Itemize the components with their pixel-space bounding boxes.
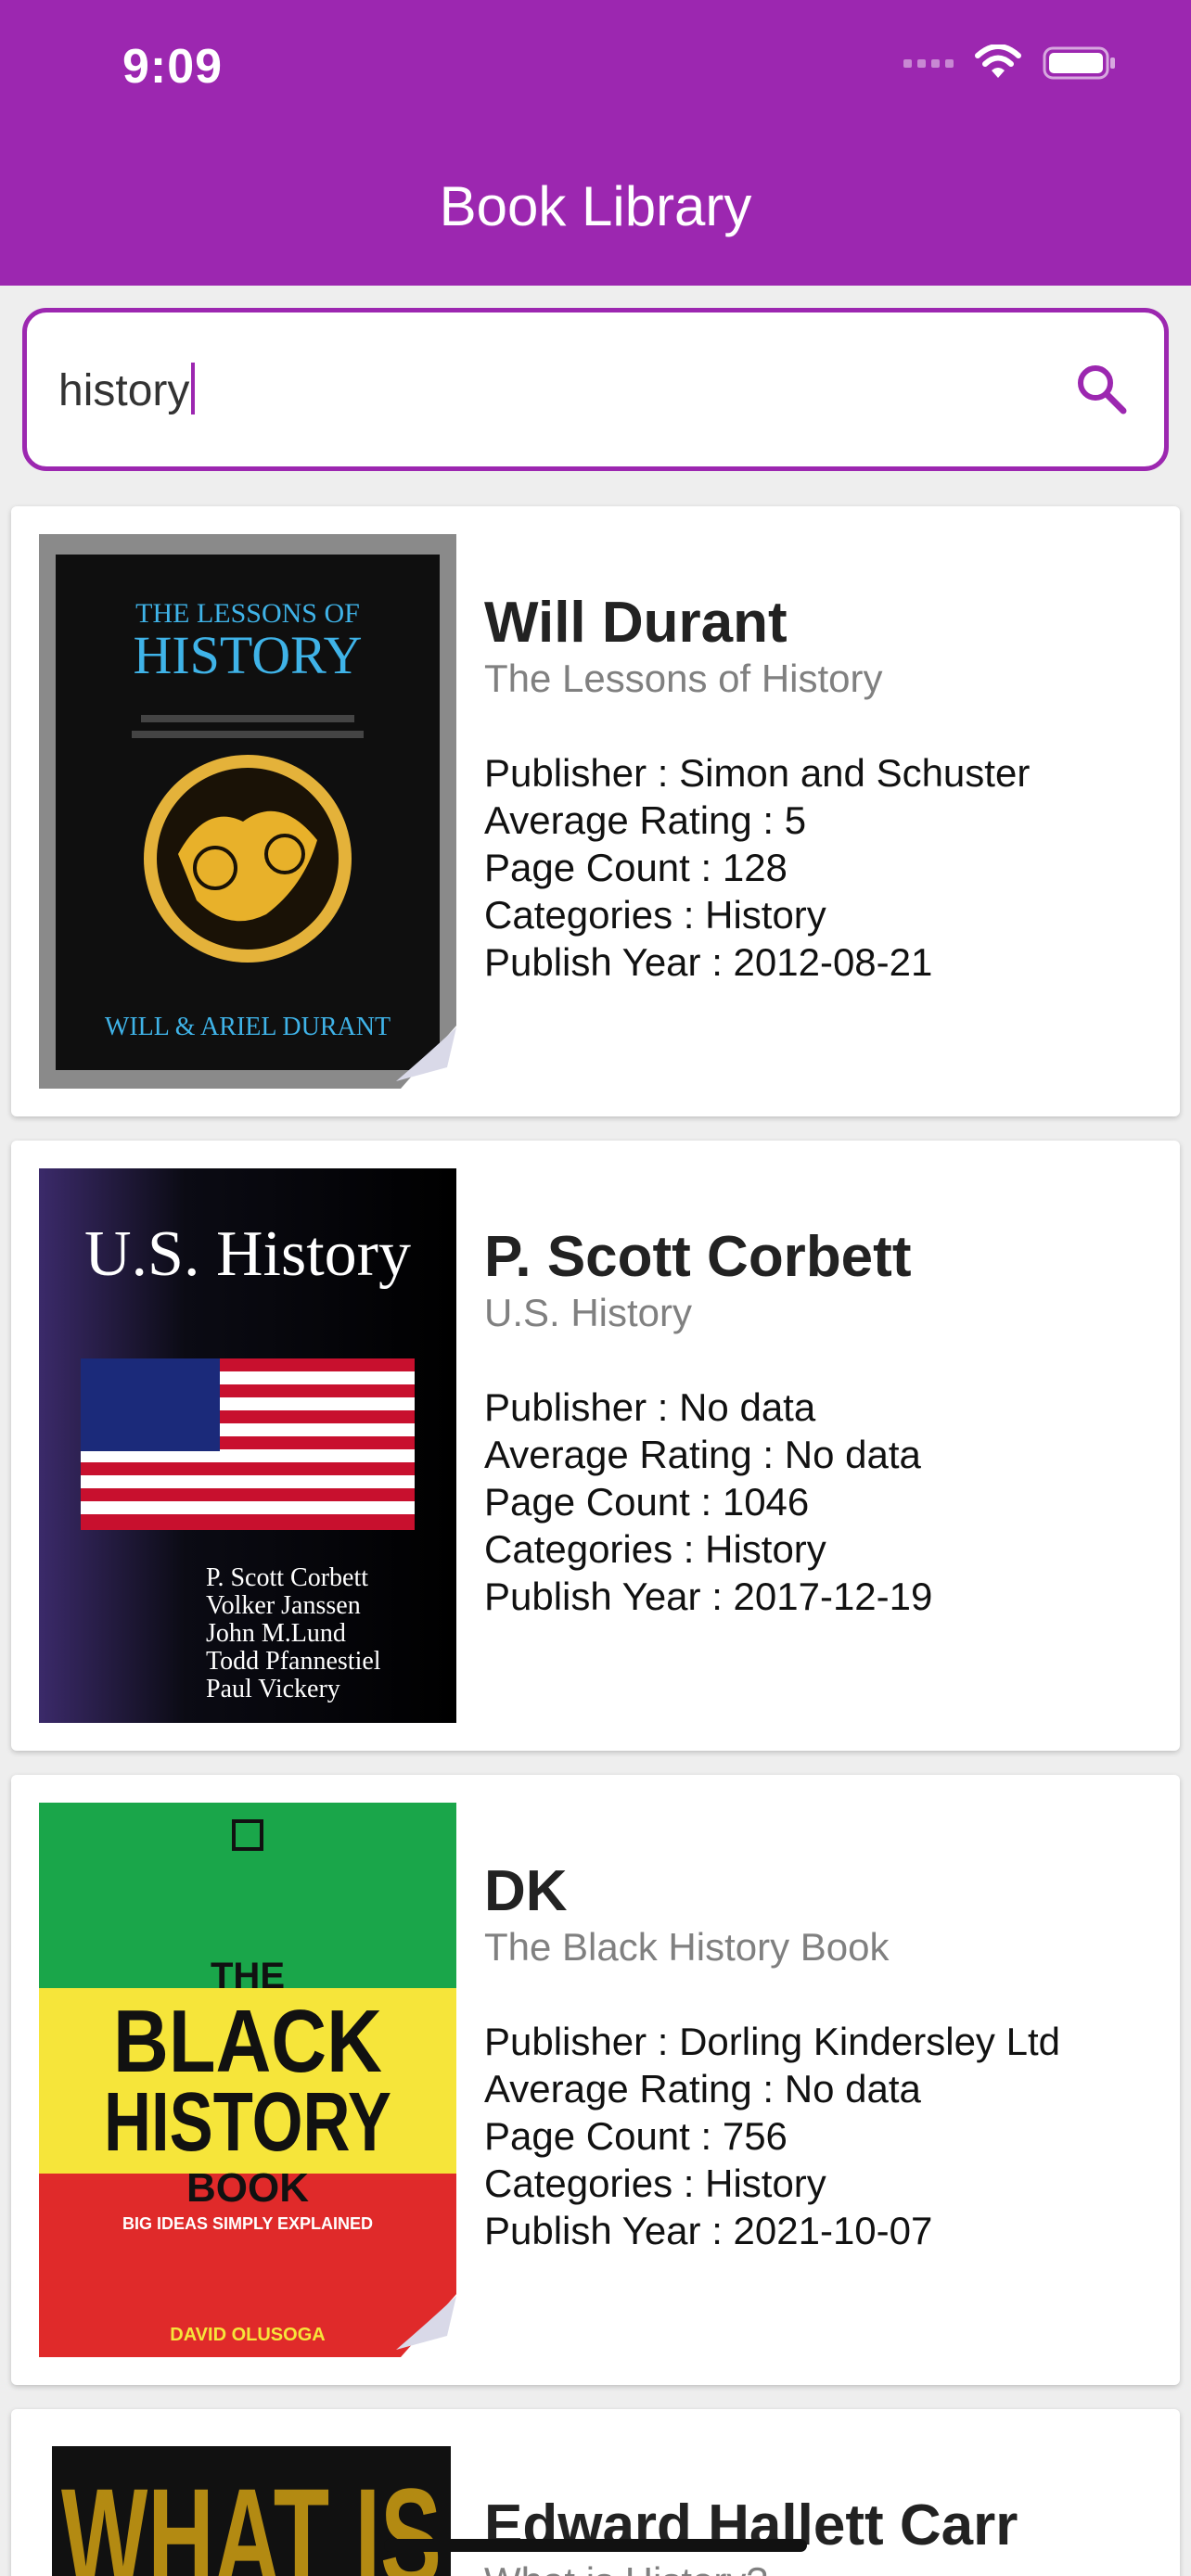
cover-text: WILL & ARIEL DURANT xyxy=(105,1013,391,1041)
book-author: DK xyxy=(484,1859,568,1923)
book-publish-year: Publish Year : 2017-12-19 xyxy=(484,1575,933,1618)
book-title: What is History? xyxy=(484,2559,768,2576)
book-card[interactable]: THE LESSONS OF HISTORY WILL & ARIEL DURA… xyxy=(11,506,1180,1116)
book-cover-image: THE LESSONS OF HISTORY WILL & ARIEL DURA… xyxy=(39,534,456,1089)
book-details: Publisher : Dorling Kindersley Ltd Avera… xyxy=(484,2018,1060,2254)
battery-icon xyxy=(1043,46,1115,80)
book-page-count: Page Count : 756 xyxy=(484,2114,788,2158)
book-details: Publisher : Simon and Schuster Average R… xyxy=(484,749,1030,986)
book-publish-year: Publish Year : 2012-08-21 xyxy=(484,940,933,984)
book-details: Publisher : No data Average Rating : No … xyxy=(484,1384,932,1620)
page-title: Book Library xyxy=(439,175,752,237)
book-page-count: Page Count : 128 xyxy=(484,846,788,889)
search-icon[interactable] xyxy=(1071,359,1131,418)
book-publisher: Publisher : No data xyxy=(484,1385,816,1429)
book-title: The Black History Book xyxy=(484,1925,890,1969)
book-publish-year: Publish Year : 2021-10-07 xyxy=(484,2209,933,2252)
status-time: 9:09 xyxy=(122,40,224,94)
book-rating: Average Rating : 5 xyxy=(484,798,807,842)
cover-text: P. Scott Corbett xyxy=(206,1563,368,1592)
search-input-value: history xyxy=(58,366,190,415)
cover-text: DAVID OLUSOGA xyxy=(170,2325,325,2345)
search-input[interactable]: history xyxy=(58,363,196,416)
book-publisher: Publisher : Dorling Kindersley Ltd xyxy=(484,2020,1060,2063)
book-cover-image: WHAT IS xyxy=(52,2446,451,2576)
book-categories: Categories : History xyxy=(484,2162,826,2205)
cover-text: U.S. History xyxy=(84,1218,411,1290)
wifi-icon xyxy=(975,45,1021,78)
book-page-count: Page Count : 1046 xyxy=(484,1480,810,1524)
text-caret xyxy=(191,363,196,414)
cover-text: Paul Vickery xyxy=(206,1675,340,1703)
cover-text: Todd Pfannestiel xyxy=(206,1647,381,1676)
book-cover-image: THE BLACK HISTORY BOOK BIG IDEAS SIMPLY … xyxy=(39,1803,456,2357)
book-rating: Average Rating : No data xyxy=(484,1433,921,1476)
book-card[interactable]: THE BLACK HISTORY BOOK BIG IDEAS SIMPLY … xyxy=(11,1775,1180,2385)
book-publisher: Publisher : Simon and Schuster xyxy=(484,751,1031,795)
search-field[interactable]: history xyxy=(22,308,1169,471)
book-rating: Average Rating : No data xyxy=(484,2067,921,2111)
home-indicator[interactable] xyxy=(384,2539,807,2552)
flag-image xyxy=(81,1358,415,1530)
book-card[interactable]: U.S. History P. Scott Corbett Volker Jan… xyxy=(11,1141,1180,1751)
book-title: U.S. History xyxy=(484,1291,693,1334)
cover-text: HISTORY xyxy=(104,2076,391,2169)
book-title: The Lessons of History xyxy=(484,657,883,700)
book-author: P. Scott Corbett xyxy=(484,1225,912,1289)
cellular-signal-icon xyxy=(903,58,954,68)
book-cover-image: U.S. History P. Scott Corbett Volker Jan… xyxy=(39,1168,456,1723)
book-categories: Categories : History xyxy=(484,1527,826,1571)
cover-text: Volker Janssen xyxy=(206,1591,361,1620)
cover-text: THE xyxy=(211,1956,285,1996)
book-author: Will Durant xyxy=(484,591,788,655)
app-bar: 9:09 Book Library xyxy=(0,0,1191,286)
cover-text: John M.Lund xyxy=(206,1619,346,1648)
cover-text: BOOK xyxy=(186,2165,309,2211)
cover-text: HISTORY xyxy=(133,625,362,685)
cover-text: BIG IDEAS SIMPLY EXPLAINED xyxy=(122,2214,373,2233)
book-categories: Categories : History xyxy=(484,893,826,937)
status-icons xyxy=(903,45,1117,82)
cover-text: WHAT IS xyxy=(61,2459,442,2576)
